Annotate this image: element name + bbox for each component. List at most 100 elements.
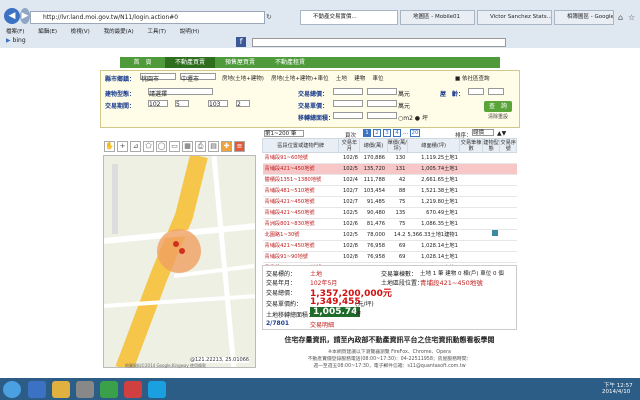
map-marker-icon[interactable] — [173, 241, 179, 247]
circle-icon[interactable]: ◯ — [156, 141, 167, 152]
tab-sale[interactable]: 不動產買賣 — [165, 57, 215, 68]
sort-direction-icon[interactable]: ▲▼ — [497, 130, 506, 137]
page-last[interactable]: 20 — [410, 129, 420, 137]
tab-active[interactable]: 不動產交易實價... — [300, 10, 398, 25]
sort-select[interactable]: 總價 — [472, 129, 494, 136]
ruler-icon[interactable]: ▭ — [169, 141, 180, 152]
media-icon[interactable] — [76, 381, 94, 398]
refresh-icon[interactable]: ↻ — [266, 13, 272, 21]
tab-mobile01[interactable]: 地圖區 - Mobile01 — [400, 10, 475, 25]
opt-parking[interactable]: 車位 — [372, 76, 383, 82]
address-bar[interactable]: http://lvr.land.moi.gov.tw/N11/login.act… — [30, 11, 265, 24]
tab-presale[interactable]: 預售屋買賣 — [215, 57, 265, 68]
polygon-icon[interactable]: ⬠ — [143, 141, 154, 152]
table-row[interactable]: 青洲段801~830地號 102/6 81,476 75 1,086.35土地1 — [262, 218, 517, 230]
table-cell[interactable]: 青埔段91~90地號 — [262, 251, 339, 263]
clock-date[interactable]: 2014/4/10 — [602, 389, 630, 395]
hand-icon[interactable]: ✋ — [104, 141, 115, 152]
floor-min[interactable] — [468, 88, 484, 95]
rows-select[interactable]: 第1~200 筆 — [264, 130, 304, 137]
table-row[interactable]: 北園路1~30號 102/5 78,000 14.2 5,366.33土地1建物1 — [262, 229, 517, 241]
table-cell[interactable]: 體積段1351~1380地號 — [262, 174, 339, 186]
to-year[interactable]: 103 — [208, 100, 228, 108]
building-type-select[interactable]: 請選擇 — [148, 88, 213, 98]
table-cell[interactable]: 青埔段481~510地號 — [262, 185, 339, 197]
area-max[interactable] — [367, 112, 397, 119]
bing-icon[interactable]: ▶ — [6, 37, 11, 44]
unit-price-min[interactable] — [333, 100, 363, 107]
table-row[interactable]: 青埔段91~60地號 102/8 170,886 130 1,119.25土地1 — [262, 152, 517, 164]
transaction-type-options[interactable]: 房地(土地+建物) 房地(土地+建物)+車位 土地 建物 車位 — [222, 74, 422, 82]
ie-icon[interactable] — [28, 381, 46, 398]
clock-time[interactable]: 下午 12:57 — [604, 381, 633, 389]
page-2[interactable]: 2 — [373, 129, 381, 137]
map-canvas[interactable] — [103, 155, 256, 368]
query-button[interactable]: 查 詢 — [484, 101, 512, 112]
floor-max[interactable] — [488, 88, 504, 95]
star-icon[interactable]: ☆ — [628, 13, 635, 22]
menu-view[interactable]: 檢視(V) — [71, 29, 90, 35]
col-area[interactable]: 總面積(坪) — [406, 138, 461, 153]
tab-album[interactable]: 相簿圖區 - Google 相簿 — [554, 10, 614, 25]
district-select[interactable]: 中壢市 — [180, 73, 216, 83]
forward-icon[interactable]: ▶ — [20, 8, 30, 24]
table-cell[interactable]: 青埔段421~450地號 — [262, 163, 339, 175]
community-query-checkbox[interactable]: ■ 依社區查詢 — [455, 74, 489, 82]
facebook-icon[interactable]: f — [236, 37, 246, 47]
table-row[interactable]: 體積段1351~1380地號 102/4 111,788 42 2,661.65土地1 — [262, 174, 517, 186]
table-row[interactable]: 青埔段481~510地號 102/7 103,454 88 1,521.38土地1 — [262, 185, 517, 197]
page-3[interactable]: 3 — [383, 129, 391, 137]
county-select[interactable]: 桃園市 — [140, 73, 176, 83]
area-unit-radio[interactable]: ○m2 ● 坪 — [398, 113, 428, 122]
from-year[interactable]: 102 — [148, 100, 168, 108]
col-total[interactable]: 總價(萬) — [359, 138, 388, 153]
unit-price-max[interactable] — [367, 100, 397, 107]
to-month[interactable]: 2 — [236, 100, 250, 108]
table-row[interactable]: 青埔段421~450地號 102/5 135,720 131 1,005.74土地1 — [262, 163, 517, 175]
menu-edit[interactable]: 編輯(E) — [38, 29, 57, 35]
opt-house-land-parking[interactable]: 房地(土地+建物)+車位 — [271, 76, 329, 82]
table-cell[interactable]: 青埔段421~450地號 — [262, 196, 339, 208]
tab-stats[interactable]: Victor Sanchez Stats... — [477, 10, 552, 25]
menu-help[interactable]: 說明(H) — [180, 29, 199, 35]
menu-tools[interactable]: 工具(T) — [147, 29, 166, 35]
page-4[interactable]: 4 — [393, 129, 401, 137]
from-month[interactable]: 5 — [175, 100, 189, 108]
favbar-search-input[interactable] — [252, 38, 506, 47]
table-cell[interactable]: 青埔段421~450地號 — [262, 240, 339, 252]
table-cell[interactable]: 青埔段421~450地號 — [262, 207, 339, 219]
table-row[interactable]: 青埔段421~450地號 102/5 90,480 135 670.49土地1 — [262, 207, 517, 219]
page-1[interactable]: 1 — [363, 129, 371, 137]
opt-land[interactable]: 土地 — [336, 76, 347, 82]
back-icon[interactable]: ◀ — [4, 8, 20, 24]
total-price-min[interactable] — [333, 88, 363, 95]
table-cell[interactable]: 青洲段801~830地號 — [262, 218, 339, 230]
zoom-in-icon[interactable]: + — [117, 141, 128, 152]
detail-page-link[interactable]: 2/7801 — [266, 320, 289, 327]
col-location[interactable]: 區段位置或建物門牌 — [261, 138, 340, 153]
tab-rental[interactable]: 不動產租賃 — [265, 57, 315, 68]
table-cell[interactable]: 青埔段91~60地號 — [262, 152, 339, 164]
detail-link[interactable]: 交易明細 — [310, 320, 334, 329]
tab-home[interactable]: 首 頁 — [120, 57, 165, 68]
menu-favorites[interactable]: 我的最愛(A) — [104, 29, 134, 35]
menu-file[interactable]: 檔案(F) — [6, 29, 24, 35]
print-icon[interactable]: ⎙ — [195, 141, 206, 152]
app-icon[interactable] — [124, 381, 142, 398]
measure-icon[interactable]: ⊿ — [130, 141, 141, 152]
opt-house-land[interactable]: 房地(土地+建物) — [222, 76, 264, 82]
bing-link[interactable]: bing — [13, 37, 26, 44]
area-min[interactable] — [333, 112, 363, 119]
folder-icon[interactable] — [52, 381, 70, 398]
table-row[interactable]: 青埔段421~450地號 102/7 91,485 75 1,219.80土地1 — [262, 196, 517, 208]
opt-building[interactable]: 建物 — [354, 76, 365, 82]
col-date[interactable]: 交易年月 — [338, 138, 361, 153]
table-row[interactable]: 青埔段421~450地號 102/8 76,958 69 1,028.14土地1 — [262, 240, 517, 252]
grid-icon[interactable]: ▤ — [208, 141, 219, 152]
line-icon[interactable] — [100, 381, 118, 398]
total-price-max[interactable] — [367, 88, 397, 95]
layer-toggle-icon[interactable]: ≡ — [234, 141, 245, 152]
table-cell[interactable]: 北園路1~30號 — [262, 229, 339, 241]
layer-icon[interactable]: ▦ — [182, 141, 193, 152]
table-row[interactable]: 青埔段91~90地號 102/8 76,958 69 1,028.14土地1 — [262, 251, 517, 263]
